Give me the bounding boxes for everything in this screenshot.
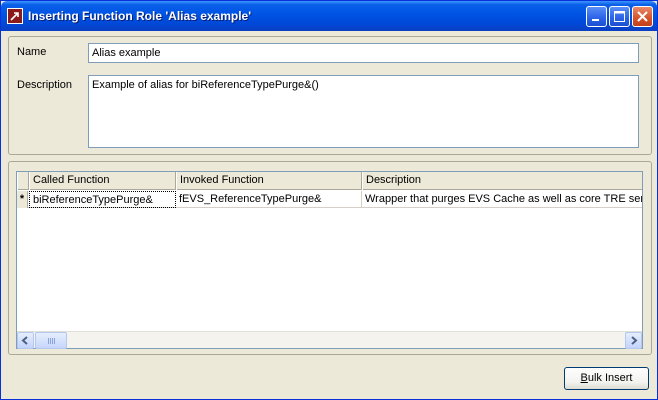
function-grid[interactable]: Called Function Invoked Function Descrip… [16, 171, 643, 349]
bulk-insert-label: ulk Insert [587, 372, 633, 384]
scroll-left-button[interactable] [17, 332, 34, 349]
horizontal-scrollbar[interactable] [17, 331, 642, 349]
grid-header: Called Function Invoked Function Descrip… [17, 172, 642, 190]
row-header-corner [17, 172, 29, 190]
column-header-invoked-function[interactable]: Invoked Function [176, 172, 362, 190]
close-icon [637, 11, 648, 22]
cell-description[interactable]: Wrapper that purges EVS Cache as well as… [362, 191, 642, 208]
title-bar[interactable]: Inserting Function Role 'Alias example' [1, 1, 657, 31]
maximize-button[interactable] [609, 6, 630, 27]
column-header-description[interactable]: Description [362, 172, 642, 190]
scroll-thumb[interactable] [35, 332, 67, 349]
name-label: Name [17, 46, 47, 58]
cell-called-function[interactable]: biReferenceTypePurge& [29, 191, 176, 208]
dialog-window: Inserting Function Role 'Alias example' … [0, 0, 658, 400]
minimize-icon [592, 19, 599, 21]
chevron-right-icon [631, 336, 638, 345]
chevron-left-icon [21, 336, 28, 345]
bulk-insert-accesskey: B [580, 372, 588, 384]
table-row[interactable]: * biReferenceTypePurge& fEVS_ReferenceTy… [17, 191, 642, 208]
description-field[interactable]: Example of alias for biReferenceTypePurg… [88, 75, 639, 148]
name-field[interactable]: Alias example [88, 43, 639, 63]
description-label: Description [17, 79, 73, 91]
window-title: Inserting Function Role 'Alias example' [28, 9, 252, 23]
bulk-insert-button[interactable]: Bulk Insert [564, 367, 649, 390]
cell-invoked-function[interactable]: fEVS_ReferenceTypePurge& [176, 191, 362, 208]
new-row-marker: * [17, 191, 28, 208]
scroll-right-button[interactable] [625, 332, 642, 349]
app-icon [7, 8, 23, 24]
column-header-called-function[interactable]: Called Function [29, 172, 176, 190]
minimize-button[interactable] [586, 6, 607, 27]
close-button[interactable] [632, 6, 653, 27]
maximize-icon [614, 11, 625, 22]
